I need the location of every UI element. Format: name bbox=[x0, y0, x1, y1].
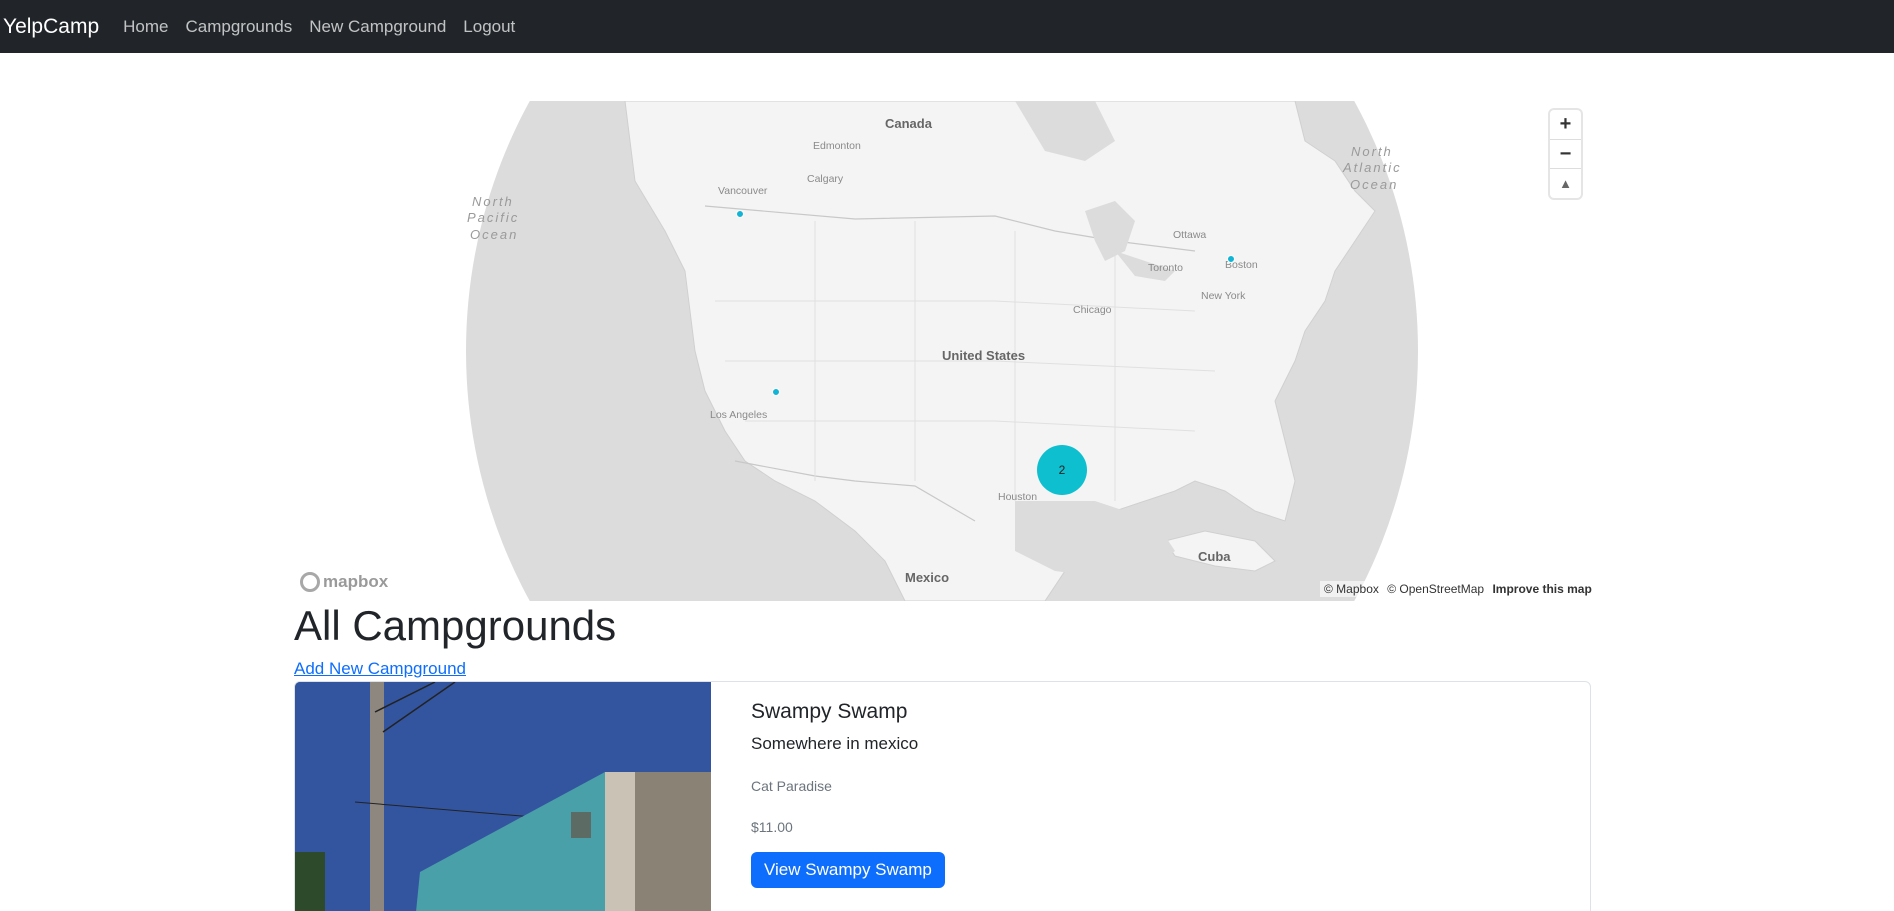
nav-logout[interactable]: Logout bbox=[463, 17, 515, 37]
mapbox-logo-icon bbox=[300, 572, 320, 592]
view-campground-button[interactable]: View Swampy Swamp bbox=[751, 852, 945, 888]
map-cluster[interactable]: 2 bbox=[1037, 445, 1087, 495]
campground-title: Swampy Swamp bbox=[751, 700, 908, 723]
campground-image bbox=[295, 682, 711, 911]
map-marker[interactable] bbox=[772, 388, 780, 396]
mapbox-logo[interactable]: mapbox bbox=[300, 572, 388, 592]
campground-description: Cat Paradise bbox=[751, 778, 832, 794]
campground-location: Somewhere in mexico bbox=[751, 734, 919, 753]
map-marker[interactable] bbox=[1227, 255, 1235, 263]
label-houston: Houston bbox=[998, 491, 1037, 503]
navbar: YelpCamp Home Campgrounds New Campground… bbox=[0, 0, 1894, 53]
zoom-in-button[interactable]: + bbox=[1550, 110, 1581, 140]
zoom-controls: + − ▲ bbox=[1550, 110, 1581, 198]
mapbox-logo-text: mapbox bbox=[323, 572, 389, 591]
campground-photo bbox=[295, 682, 711, 911]
label-mexico: Mexico bbox=[905, 570, 949, 585]
label-cuba: Cuba bbox=[1198, 549, 1231, 564]
label-united-states: United States bbox=[942, 348, 1025, 363]
nav-home[interactable]: Home bbox=[123, 17, 168, 37]
label-north-pacific-3: Ocean bbox=[470, 227, 518, 242]
card-body: Swampy Swamp Somewhere in mexico Cat Par… bbox=[711, 682, 985, 911]
map-marker[interactable] bbox=[736, 210, 744, 218]
label-north-atlantic-2: Atlantic bbox=[1342, 160, 1402, 175]
label-vancouver: Vancouver bbox=[718, 185, 768, 197]
label-north-atlantic-3: Ocean bbox=[1350, 177, 1398, 192]
label-new-york: New York bbox=[1201, 290, 1246, 302]
photo-pole bbox=[370, 682, 384, 911]
nav-campgrounds[interactable]: Campgrounds bbox=[185, 17, 292, 37]
label-chicago: Chicago bbox=[1073, 304, 1112, 316]
attribution-osm[interactable]: © OpenStreetMap bbox=[1387, 582, 1484, 596]
label-los-angeles: Los Angeles bbox=[710, 409, 767, 421]
label-north-pacific-2: Pacific bbox=[467, 210, 519, 225]
brand-link[interactable]: YelpCamp bbox=[3, 15, 99, 39]
improve-map-link[interactable]: Improve this map bbox=[1492, 582, 1591, 596]
campground-card: Swampy Swamp Somewhere in mexico Cat Par… bbox=[294, 681, 1591, 911]
zoom-out-button[interactable]: − bbox=[1550, 140, 1581, 170]
cluster-map[interactable]: Canada Edmonton Calgary Vancouver North … bbox=[295, 101, 1590, 601]
attribution-mapbox[interactable]: © Mapbox bbox=[1324, 582, 1379, 596]
map-attribution: © Mapbox © OpenStreetMap Improve this ma… bbox=[1320, 581, 1596, 597]
label-canada: Canada bbox=[885, 116, 933, 131]
label-edmonton: Edmonton bbox=[813, 140, 861, 152]
label-toronto: Toronto bbox=[1148, 262, 1183, 274]
label-ottawa: Ottawa bbox=[1173, 229, 1206, 241]
page-title: All Campgrounds bbox=[294, 602, 617, 649]
nav-new-campground[interactable]: New Campground bbox=[309, 17, 446, 37]
photo-tree bbox=[295, 852, 325, 911]
compass-button[interactable]: ▲ bbox=[1550, 169, 1581, 198]
label-north-atlantic-1: North bbox=[1351, 144, 1393, 159]
map-canvas: Canada Edmonton Calgary Vancouver North … bbox=[466, 101, 1418, 601]
add-new-campground-link[interactable]: Add New Campground bbox=[294, 659, 466, 679]
campground-price: $11.00 bbox=[751, 819, 793, 835]
label-north-pacific-1: North bbox=[472, 194, 514, 209]
label-calgary: Calgary bbox=[807, 173, 844, 185]
